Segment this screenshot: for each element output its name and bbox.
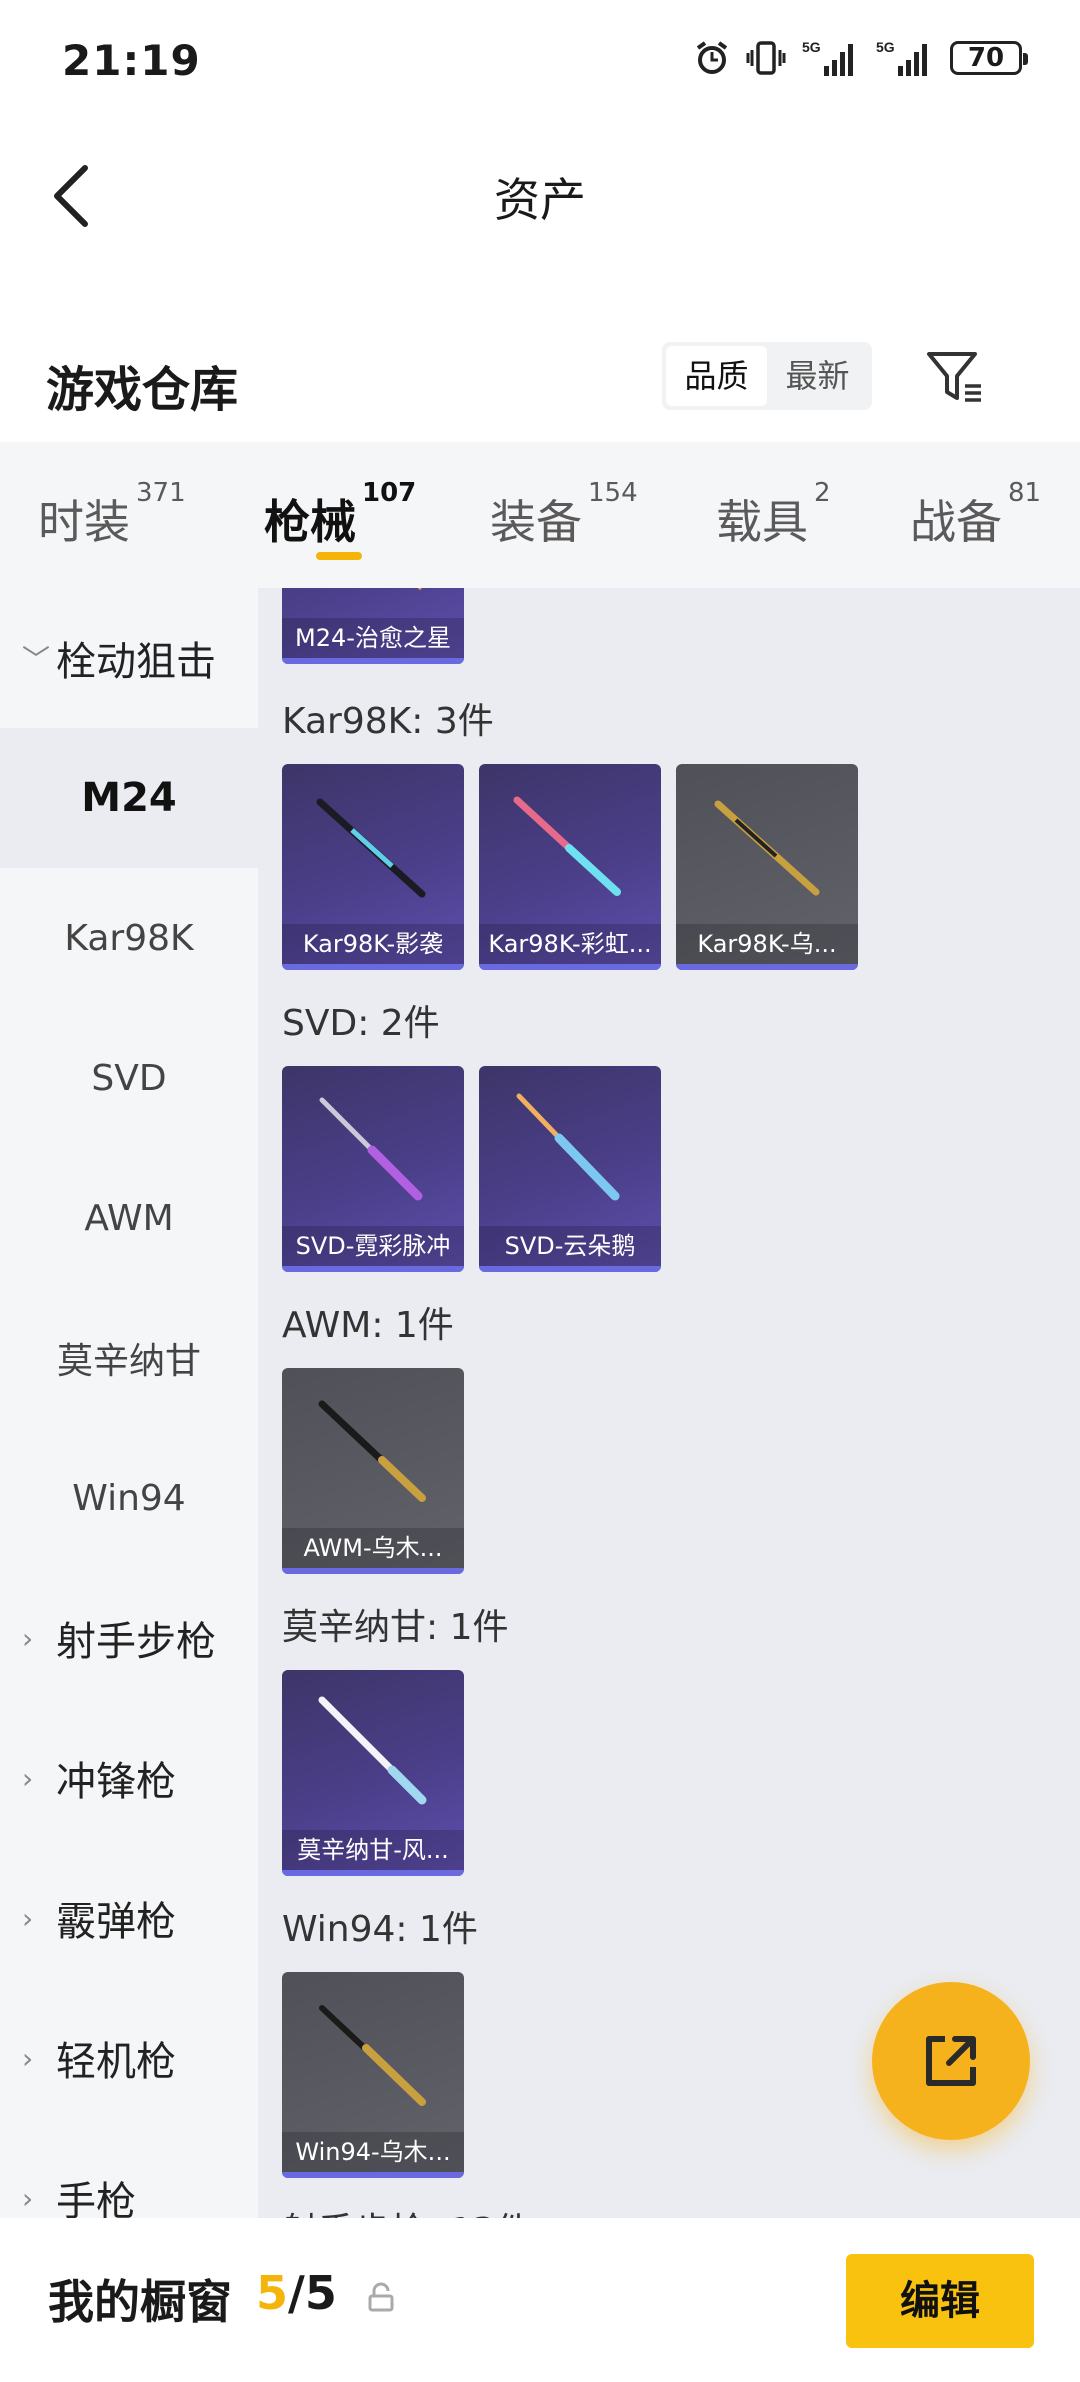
weapon-image xyxy=(516,1093,620,1201)
card-bottom-line xyxy=(282,2172,464,2178)
weapon-name: AWM-乌木... xyxy=(282,1528,464,1568)
card-bottom-line xyxy=(479,1266,661,1272)
weapon-card[interactable]: Kar98K-乌... xyxy=(676,764,858,970)
signal-5g-icon-2: 5G xyxy=(876,39,927,76)
card-bottom-line xyxy=(282,1266,464,1272)
card-bottom-line xyxy=(282,1870,464,1876)
category-tabs: 时装371 枪械107 装备154 载具2 战备81 xyxy=(0,442,1080,588)
nav-bar: 资产 xyxy=(0,120,1080,270)
weapon-card[interactable]: AWM-乌木... xyxy=(282,1368,464,1574)
svg-text:5G: 5G xyxy=(802,39,821,55)
chevron-right-icon: › xyxy=(22,2041,34,2075)
weapon-name: SVD-云朵鹅 xyxy=(479,1226,661,1266)
weapon-image xyxy=(316,798,426,898)
sidebar-group-pistol[interactable]: › 手枪 xyxy=(0,2128,258,2218)
sort-toggle: 品质 最新 xyxy=(662,342,872,410)
weapon-name: SVD-霓彩脉冲 xyxy=(282,1226,464,1266)
tab-vehicles[interactable]: 载具2 xyxy=(716,478,831,552)
chevron-right-icon: › xyxy=(22,1901,34,1935)
weapon-name: 莫辛纳甘-风... xyxy=(282,1830,464,1870)
weapon-name: Win94-乌木... xyxy=(282,2132,464,2172)
tab-fashion[interactable]: 时装371 xyxy=(38,478,186,552)
weapon-image xyxy=(513,796,621,896)
weapon-image xyxy=(417,588,422,591)
weapon-card[interactable]: SVD-霓彩脉冲 xyxy=(282,1066,464,1272)
sidebar-group-lmg[interactable]: › 轻机枪 xyxy=(0,1988,258,2128)
sidebar: ﹀ 栓动狙击 M24 Kar98K SVD AWM 莫辛纳甘 Win94 › 射手步… xyxy=(0,588,258,2218)
status-time: 21:19 xyxy=(62,36,201,85)
card-bottom-line xyxy=(282,658,464,664)
sidebar-item-m24[interactable]: M24 xyxy=(0,728,258,868)
weapon-card[interactable]: Kar98K-影袭 xyxy=(282,764,464,970)
weapon-image xyxy=(318,1696,427,1805)
edit-button[interactable]: 编辑 xyxy=(846,2254,1034,2348)
section-label: AWM: 1件 xyxy=(282,1305,454,1346)
section-label: Win94: 1件 xyxy=(282,1909,478,1950)
showcase-bar: 我的橱窗 5/5 编辑 xyxy=(0,2218,1080,2382)
status-bar: 21:19 5G 5G 70 xyxy=(0,0,1080,120)
weapon-card[interactable]: Kar98K-彩虹... xyxy=(479,764,661,970)
alarm-icon xyxy=(696,41,728,74)
filter-button[interactable] xyxy=(922,344,988,410)
chevron-down-icon: ﹀ xyxy=(22,643,51,676)
showcase-label: 我的橱窗 xyxy=(48,2275,232,2329)
weapon-image xyxy=(319,1097,423,1201)
lock-icon xyxy=(368,2282,394,2312)
weapon-card[interactable]: M24-治愈之星 xyxy=(282,588,464,664)
chevron-right-icon: › xyxy=(22,2181,34,2215)
weapon-card[interactable]: Win94-乌木... xyxy=(282,1972,464,2178)
sidebar-group-marksman[interactable]: › 射手步枪 xyxy=(0,1568,258,1708)
weapon-name: Kar98K-影袭 xyxy=(282,924,464,964)
tab-equipment[interactable]: 装备154 xyxy=(490,478,638,552)
tab-supplies[interactable]: 战备81 xyxy=(910,478,1041,552)
svg-text:5G: 5G xyxy=(876,39,895,55)
share-button[interactable] xyxy=(872,1982,1030,2140)
tab-weapons[interactable]: 枪械107 xyxy=(264,478,416,552)
sidebar-group-smg[interactable]: › 冲锋枪 xyxy=(0,1708,258,1848)
warehouse-title: 游戏仓库 xyxy=(46,362,239,418)
chevron-right-icon: › xyxy=(22,1761,34,1795)
weapon-card[interactable]: 莫辛纳甘-风... xyxy=(282,1670,464,1876)
weapon-card[interactable]: SVD-云朵鹅 xyxy=(479,1066,661,1272)
weapon-grid: M24-治愈之星 Kar98K: 3件 Kar98K-影袭 Kar98K-彩虹.… xyxy=(258,588,1080,2218)
share-external-icon xyxy=(926,2036,976,2086)
card-bottom-line xyxy=(282,1568,464,1574)
status-icons: 5G 5G 70 xyxy=(694,38,1028,78)
sidebar-group-shotgun[interactable]: › 霰弹枪 xyxy=(0,1848,258,1988)
section-label: Kar98K: 3件 xyxy=(282,701,494,742)
weapon-image xyxy=(714,800,820,896)
sort-latest-button[interactable]: 最新 xyxy=(767,346,868,406)
section-label: SVD: 2件 xyxy=(282,1003,440,1044)
sidebar-group-bolt-sniper[interactable]: ﹀ 栓动狙击 xyxy=(0,588,258,728)
battery-indicator: 70 xyxy=(950,41,1028,75)
card-bottom-line xyxy=(479,964,661,970)
weapon-name: Kar98K-乌... xyxy=(676,924,858,964)
active-tab-indicator xyxy=(316,552,362,560)
sidebar-item-kar98k[interactable]: Kar98K xyxy=(0,868,258,1008)
vibrate-icon xyxy=(746,41,786,75)
sort-quality-button[interactable]: 品质 xyxy=(666,346,767,406)
weapon-name: M24-治愈之星 xyxy=(282,618,464,658)
sidebar-item-win94[interactable]: Win94 xyxy=(0,1428,258,1568)
filter-icon xyxy=(927,352,981,402)
signal-5g-icon: 5G xyxy=(802,39,853,76)
card-bottom-line xyxy=(282,964,464,970)
weapon-name: Kar98K-彩虹... xyxy=(479,924,661,964)
page-title: 资产 xyxy=(494,173,586,227)
card-bottom-line xyxy=(676,964,858,970)
sidebar-item-svd[interactable]: SVD xyxy=(0,1008,258,1148)
sidebar-item-awm[interactable]: AWM xyxy=(0,1148,258,1288)
sidebar-item-mosin[interactable]: 莫辛纳甘 xyxy=(0,1288,258,1428)
weapon-image xyxy=(318,1400,426,1502)
showcase-count: 5/5 xyxy=(256,2266,337,2320)
weapon-image xyxy=(319,2005,426,2106)
warehouse-header: 游戏仓库 品质 最新 xyxy=(0,320,1080,440)
section-label: 射手步枪: 13件 xyxy=(282,2202,531,2218)
chevron-right-icon: › xyxy=(22,1621,34,1655)
section-label: 莫辛纳甘: 1件 xyxy=(282,1607,509,1648)
